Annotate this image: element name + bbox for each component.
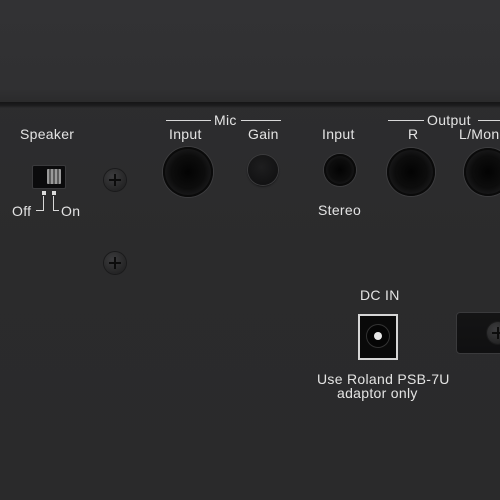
mic-input-label: Input (169, 126, 202, 142)
speaker-off-label: Off (12, 203, 32, 219)
speaker-label: Speaker (20, 126, 75, 142)
adaptor-note-line2: adaptor only (337, 385, 418, 401)
mic-group-line-left (166, 120, 211, 121)
mic-group-line-right (241, 120, 281, 121)
switch-line-on-h (53, 210, 59, 211)
speaker-on-label: On (61, 203, 81, 219)
stereo-input-jack[interactable] (324, 154, 356, 186)
speaker-switch-lever[interactable] (47, 169, 61, 184)
cord-hook-bracket (456, 312, 500, 354)
mic-gain-knob[interactable] (248, 155, 278, 185)
speaker-switch[interactable] (32, 165, 66, 189)
mic-group-label: Mic (214, 112, 237, 128)
dc-in-hole (367, 325, 389, 347)
output-l-label: L/Mono (459, 126, 500, 142)
mic-input-jack[interactable] (163, 147, 213, 197)
output-group-line-right (478, 120, 500, 121)
output-group-line-left (388, 120, 424, 121)
switch-marker-on (52, 191, 56, 195)
screw-icon (104, 169, 126, 191)
switch-marker-off (42, 191, 46, 195)
top-ledge (0, 0, 500, 104)
dc-in-label: DC IN (360, 287, 400, 303)
output-r-label: R (408, 126, 419, 142)
screw-icon (104, 252, 126, 274)
stereo-input-label: Input (322, 126, 355, 142)
stereo-label: Stereo (318, 202, 362, 218)
dc-in-jack[interactable] (358, 314, 398, 360)
dc-in-pin (374, 332, 382, 340)
switch-line-off-h (36, 210, 44, 211)
mic-gain-label: Gain (248, 126, 279, 142)
switch-line-off (43, 196, 44, 210)
screw-icon (487, 322, 500, 344)
switch-line-on (53, 196, 54, 210)
output-r-jack[interactable] (387, 148, 435, 196)
ledge-shadow (0, 102, 500, 108)
